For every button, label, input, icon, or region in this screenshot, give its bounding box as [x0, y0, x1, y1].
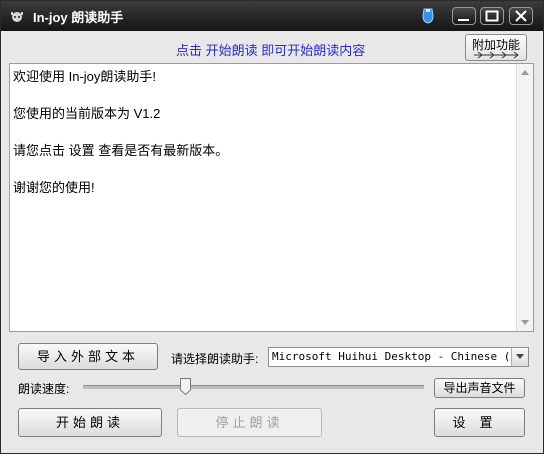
settings-label: 设置 — [452, 415, 507, 430]
start-reading-label: 开始朗读 — [55, 415, 124, 430]
voice-prompt-label: 请选择朗读助手: — [171, 352, 259, 366]
app-icon — [11, 12, 23, 22]
voice-select-value: Microsoft Huihui Desktop - Chinese (Simp… — [272, 350, 510, 363]
voice-select[interactable]: Microsoft Huihui Desktop - Chinese (Simp… — [268, 347, 529, 367]
stop-reading-label: 停止朗读 — [215, 415, 284, 430]
chevron-down-icon — [516, 354, 524, 359]
start-reading-button[interactable]: 开始朗读 — [18, 408, 162, 437]
stop-reading-button[interactable]: 停止朗读 — [177, 408, 322, 437]
minimize-icon — [458, 19, 469, 21]
speed-slider-thumb[interactable] — [180, 378, 192, 395]
maximize-button[interactable] — [480, 7, 504, 25]
window-title: In-joy 朗读助手 — [33, 10, 124, 25]
export-audio-button[interactable]: 导出声音文件 — [434, 378, 525, 398]
import-text-label: 导入外部文本 — [36, 349, 139, 364]
scroll-up-icon[interactable] — [521, 70, 529, 75]
minimize-button[interactable] — [452, 7, 476, 25]
main-window: In-joy 朗读助手 点击 开始朗读 即可开始朗读内容 附加功能 欢迎使用 I… — [0, 0, 544, 454]
settings-button[interactable]: 设置 — [434, 408, 525, 437]
speed-label: 朗读速度: — [18, 382, 70, 396]
vertical-scrollbar[interactable] — [516, 64, 533, 331]
hint-text: 点击 开始朗读 即可开始朗读内容 — [176, 43, 366, 58]
arrows-icon — [474, 51, 519, 59]
close-icon — [515, 10, 527, 22]
speed-slider-track[interactable] — [83, 385, 424, 389]
close-button[interactable] — [509, 7, 533, 25]
export-audio-label: 导出声音文件 — [443, 381, 516, 395]
title-bar[interactable]: In-joy 朗读助手 — [1, 1, 543, 31]
scroll-down-icon[interactable] — [521, 320, 529, 325]
maximize-icon — [485, 10, 499, 22]
import-text-button[interactable]: 导入外部文本 — [18, 343, 158, 370]
content-textarea[interactable]: 欢迎使用 In-joy朗读助手! 您使用的当前版本为 V1.2 请您点击 设置 … — [9, 63, 534, 332]
voice-select-arrow[interactable] — [511, 348, 528, 366]
extra-features-button[interactable]: 附加功能 — [465, 34, 527, 61]
hint-row: 点击 开始朗读 即可开始朗读内容 附加功能 — [1, 33, 543, 61]
pin-icon[interactable] — [421, 8, 435, 24]
content-text[interactable]: 欢迎使用 In-joy朗读助手! 您使用的当前版本为 V1.2 请您点击 设置 … — [13, 68, 515, 198]
